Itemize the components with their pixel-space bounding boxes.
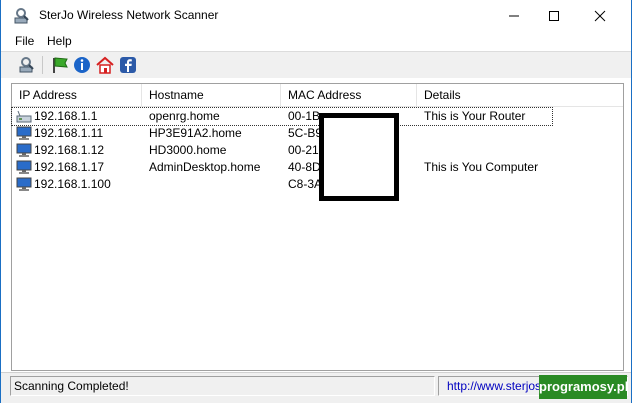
facebook-icon [120, 57, 136, 73]
flag-button[interactable] [51, 56, 69, 74]
cell-hostname: HP3E91A2.home [149, 126, 242, 140]
host-list[interactable]: IP Address Hostname MAC Address Details … [11, 83, 624, 371]
redaction-box [319, 113, 399, 201]
cell-ip: 192.168.1.17 [34, 160, 105, 174]
table-row[interactable]: 192.168.1.11 HP3E91A2.home 5C-B9 [12, 125, 552, 142]
cell-hostname: HD3000.home [149, 143, 227, 157]
scan-button[interactable] [18, 56, 36, 74]
header-mac-address[interactable]: MAC Address [281, 84, 417, 106]
flag-icon [53, 57, 68, 73]
table-row[interactable]: 192.168.1.12 HD3000.home 00-21- [12, 142, 552, 159]
close-icon [594, 10, 606, 21]
home-icon [96, 56, 114, 74]
cell-mac: 5C-B9 [288, 126, 323, 140]
maximize-icon [549, 10, 559, 21]
computer-icon [16, 160, 32, 174]
status-text: Scanning Completed! [14, 379, 129, 393]
minimize-icon [509, 15, 519, 16]
cell-ip: 192.168.1.11 [34, 126, 104, 140]
app-window: SterJo Wireless Network Scanner File Hel… [1, 0, 631, 403]
header-hostname[interactable]: Hostname [142, 84, 281, 106]
cell-ip: 192.168.1.12 [34, 143, 105, 157]
facebook-button[interactable] [119, 56, 137, 74]
window-title: SterJo Wireless Network Scanner [39, 8, 219, 22]
app-icon [14, 8, 29, 24]
cell-mac: 40-8D [288, 160, 321, 174]
cell-mac: 00-21- [288, 143, 323, 157]
cell-ip: 192.168.1.100 [34, 177, 111, 191]
cell-hostname: openrg.home [149, 109, 220, 123]
list-header: IP Address Hostname MAC Address Details [12, 84, 623, 107]
header-details[interactable]: Details [417, 84, 623, 106]
info-icon [74, 57, 90, 73]
status-bar: Scanning Completed! http://www.sterjosof… [1, 372, 631, 403]
status-panel: Scanning Completed! [10, 376, 435, 396]
cell-details: This is Your Router [424, 109, 526, 123]
toolbar [1, 51, 631, 78]
home-button[interactable] [96, 56, 114, 74]
toolbar-separator [42, 56, 43, 74]
header-ip-address[interactable]: IP Address [12, 84, 142, 106]
cell-mac: C8-3A [288, 177, 323, 191]
router-icon [16, 110, 32, 123]
table-row[interactable]: 192.168.1.100 C8-3A [12, 176, 552, 193]
maximize-button[interactable] [531, 0, 577, 31]
computer-icon [16, 177, 32, 191]
cell-details: This is You Computer [424, 160, 539, 174]
menu-file[interactable]: File [15, 34, 34, 48]
menu-bar: File Help [1, 31, 631, 51]
cell-hostname: AdminDesktop.home [149, 160, 261, 174]
table-row[interactable]: 192.168.1.17 AdminDesktop.home 40-8D Thi… [12, 159, 552, 176]
table-row[interactable]: 192.168.1.1 openrg.home 00-1B- This is Y… [11, 107, 553, 126]
close-button[interactable] [577, 0, 623, 31]
computer-icon [16, 126, 32, 140]
menu-help[interactable]: Help [47, 34, 72, 48]
window-frame: SterJo Wireless Network Scanner File Hel… [0, 0, 632, 403]
info-button[interactable] [73, 56, 91, 74]
computer-icon [16, 143, 32, 157]
title-bar[interactable]: SterJo Wireless Network Scanner [1, 0, 631, 31]
watermark-badge: programosy.pl [539, 375, 628, 399]
cell-ip: 192.168.1.1 [34, 109, 98, 123]
scan-icon [19, 57, 34, 73]
